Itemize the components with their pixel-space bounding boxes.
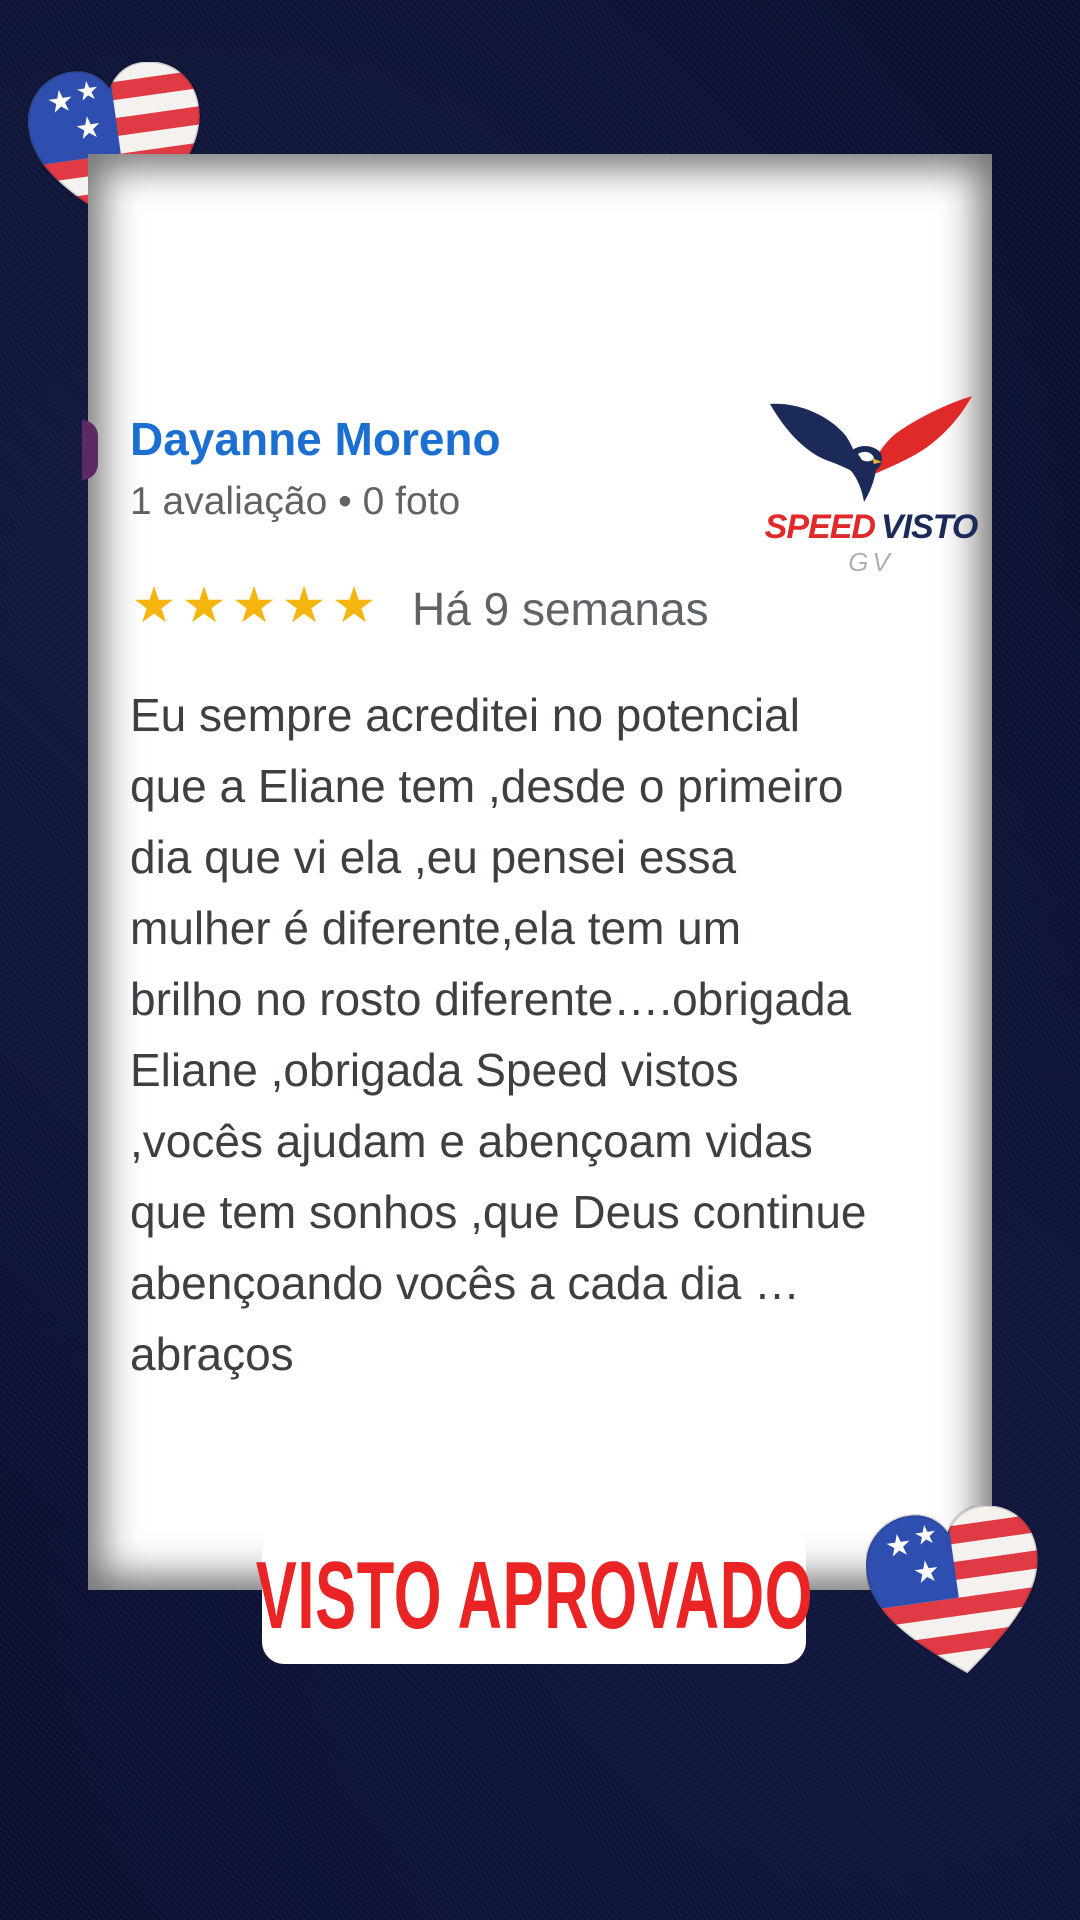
star-icon: ★ bbox=[131, 577, 177, 633]
reviewer-meta: 1 avaliação • 0 foto bbox=[130, 480, 461, 523]
svg-text:★: ★ bbox=[883, 1527, 915, 1565]
svg-text:★: ★ bbox=[912, 1519, 939, 1552]
star-icon: ★ bbox=[181, 577, 227, 633]
us-flag-heart-icon: ★ ★ ★ bbox=[859, 1498, 1053, 1686]
logo-wordmark: SPEED VISTO bbox=[752, 508, 990, 547]
star-rating: ★ ★ ★ ★ ★ bbox=[130, 580, 378, 630]
avatar bbox=[82, 420, 98, 480]
star-icon: ★ bbox=[281, 577, 327, 633]
review-text: Eu sempre acreditei no potencial que a E… bbox=[130, 689, 867, 1380]
eagle-icon bbox=[770, 396, 972, 502]
svg-text:★: ★ bbox=[45, 83, 77, 121]
approved-badge-label: VISTO APROVADO bbox=[255, 1542, 813, 1649]
svg-text:★: ★ bbox=[911, 1553, 943, 1591]
approved-badge: VISTO APROVADO bbox=[255, 1528, 812, 1664]
reviewer-name[interactable]: Dayanne Moreno bbox=[130, 412, 501, 466]
svg-text:★: ★ bbox=[74, 75, 101, 108]
logo-subtitle: GV bbox=[848, 547, 894, 577]
logo-word-speed: SPEED bbox=[764, 508, 876, 546]
star-icon: ★ bbox=[231, 577, 277, 633]
star-icon: ★ bbox=[331, 577, 377, 633]
svg-text:★: ★ bbox=[73, 109, 105, 147]
speed-visto-logo: SPEED VISTO GV bbox=[752, 392, 990, 582]
review-time: Há 9 semanas bbox=[412, 583, 709, 635]
logo-word-visto: VISTO bbox=[880, 508, 978, 546]
